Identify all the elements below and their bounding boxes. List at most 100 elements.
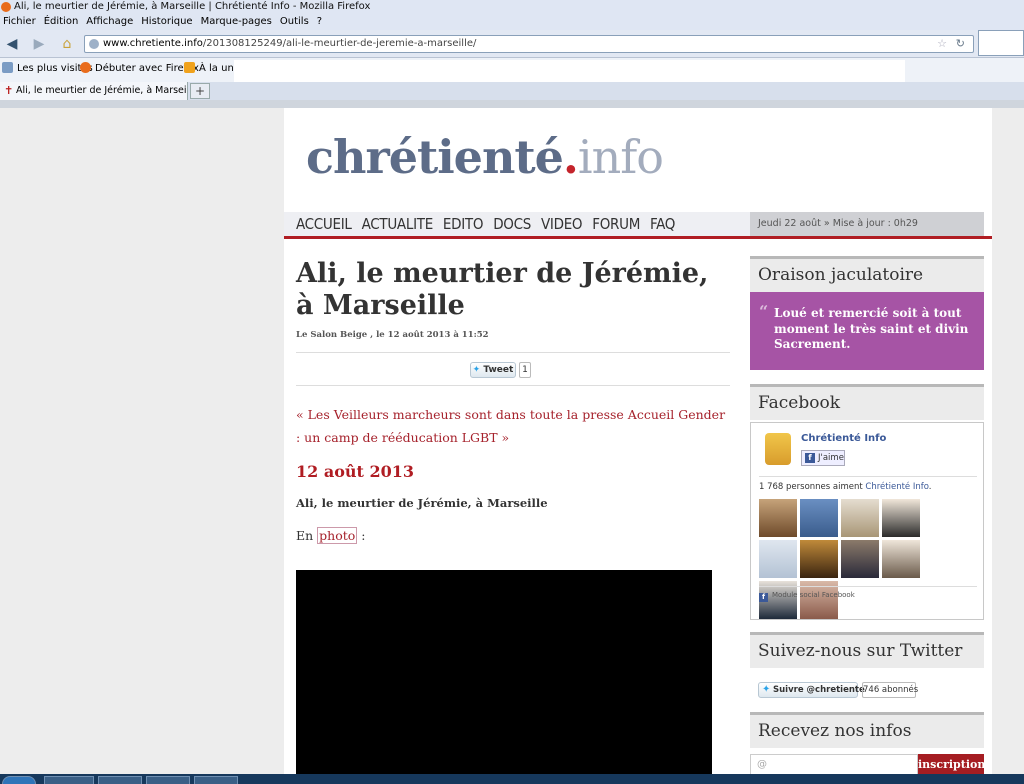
menu-help[interactable]: ? [317,16,322,27]
navigation-toolbar: ◀ ▶ ⌂ www.chretiente.info/201308125249/a… [0,30,1024,58]
fb-count-link[interactable]: Chrétienté Info [865,482,928,492]
menu-fichier[interactable]: Fichier [3,16,36,27]
facebook-widget: Facebook Chrétienté Info f J'aime 1 768 p… [750,384,984,620]
inscription-button[interactable]: inscription [918,754,985,776]
site-identity-icon[interactable] [89,39,99,49]
url-bar[interactable]: www.chretiente.info/201308125249/ali-le-… [84,35,974,53]
fb-page-name[interactable]: Chrétienté Info [801,433,886,444]
fb-like-button[interactable]: f J'aime [801,450,845,466]
bookmark-star-icon[interactable]: ☆ [937,36,947,52]
tweet-label: Tweet [483,365,514,375]
fan-avatar[interactable] [800,540,838,578]
twitter-bird-icon: ✦ [762,684,771,695]
cross-favicon-icon: ✝ [4,84,14,97]
fan-avatar[interactable] [882,499,920,537]
search-box[interactable] [978,30,1024,56]
nav-faq[interactable]: FAQ [650,215,675,233]
fb-like-label: J'aime [818,453,844,463]
twitter-widget: Suivez-nous sur Twitter ✦ Suivre @chretie… [750,632,984,706]
nav-forum[interactable]: FORUM [592,215,640,233]
related-articles-link[interactable]: « Les Veilleurs marcheurs sont dans tout… [296,403,730,449]
article-paragraph: En photo : [296,527,366,544]
os-taskbar [0,774,1024,784]
menu-outils[interactable]: Outils [280,16,309,27]
taskbar-item[interactable] [146,776,190,784]
main-nav: ACCUEIL ACTUALITE EDITO DOCS VIDEO FORUM FAQ [284,212,750,236]
follow-label: Suivre @chretiente [773,685,865,695]
window-title: Ali, le meurtier de Jérémie, à Marseille… [14,1,371,12]
nav-docs[interactable]: DOCS [493,215,531,233]
fb-count-text: 1 768 personnes aiment [759,482,866,492]
fan-avatar[interactable] [841,540,879,578]
facebook-title: Facebook [750,384,984,420]
facebook-f-icon: f [759,593,768,602]
tab-title: Ali, le meurtier de Jérémie, à Marseille… [16,85,187,96]
article-image[interactable] [296,570,712,784]
fan-faces [759,499,963,622]
oraison-quote: “ Loué et remercié soit à tout moment le… [750,292,984,370]
tab-active[interactable]: ✝ Ali, le meurtier de Jérémie, à Marseil… [0,82,188,100]
quote-mark-icon: “ [759,302,769,321]
window-titlebar: Ali, le meurtier de Jérémie, à Marseille… [0,0,1024,14]
nav-actualite[interactable]: ACTUALITE [362,215,434,233]
fb-module-label: Module social Facebook [772,591,855,599]
logo-dot: . [562,130,579,184]
paragraph-colon: : [357,528,366,543]
fan-avatar[interactable] [759,499,797,537]
oraison-text: Loué et remercié soit à tout moment le t… [774,306,969,351]
logo-tld: info [577,130,664,184]
forward-arrow-icon[interactable]: ▶ [30,35,48,53]
page-crest-icon [765,433,791,465]
tweet-button[interactable]: ✦ Tweet [470,362,516,378]
taskbar-item-firefox[interactable] [98,776,142,784]
menu-affichage[interactable]: Affichage [86,16,133,27]
photo-link[interactable]: photo [317,527,358,544]
nav-divider [284,236,992,239]
nav-edito[interactable]: EDITO [443,215,484,233]
home-icon[interactable]: ⌂ [58,35,76,53]
bookmark-headlines[interactable]: À la une [184,58,240,80]
divider [759,476,977,477]
url-host: www.chretiente.info [103,38,203,49]
url-path: /201308125249/ali-le-meurtier-de-jeremie… [202,38,477,49]
oraison-widget: Oraison jaculatoire “ Loué et remercié s… [750,256,984,370]
article-title: Ali, le meurtier de Jérémie, à Marseille [296,258,709,321]
menu-historique[interactable]: Historique [141,16,192,27]
fan-avatar[interactable] [882,540,920,578]
nav-accueil[interactable]: ACCUEIL [296,215,352,233]
back-arrow-icon[interactable]: ◀ [3,35,21,53]
chrome-divider [0,100,1024,108]
fan-avatar[interactable] [841,499,879,537]
twitter-title: Suivez-nous sur Twitter [750,632,984,668]
reload-icon[interactable]: ↻ [956,36,965,52]
article-date-heading: 12 août 2013 [296,462,414,481]
share-bar: ✦ Tweet 1 [296,352,730,386]
rss-icon [184,62,195,73]
nav-video[interactable]: VIDEO [541,215,583,233]
taskbar-item[interactable] [194,776,238,784]
twitter-follower-count: 746 abonnés [862,682,918,698]
update-date: Jeudi 22 août » Mise à jour : 0h29 [750,212,984,236]
bookmark-icon [2,62,13,73]
article-byline: Le Salon Beige , le 12 août 2013 à 11:52 [296,330,489,340]
site-logo[interactable]: chrétienté.info [306,130,664,184]
menu-edition[interactable]: Édition [44,16,79,27]
page-content: chrétienté.info ACCUEIL ACTUALITE EDITO DOC… [284,108,992,784]
paragraph-text: En [296,528,314,543]
facebook-like-box: Chrétienté Info f J'aime 1 768 personnes … [750,422,984,620]
fb-social-module-link[interactable]: f Module social Facebook [759,591,855,602]
taskbar-item[interactable] [44,776,94,784]
facebook-f-icon: f [805,453,815,463]
fan-avatar[interactable] [800,499,838,537]
email-field[interactable]: @ [750,754,918,776]
divider [759,586,977,587]
oraison-title: Oraison jaculatoire [750,256,984,292]
new-tab-button[interactable]: + [190,83,210,99]
menu-marque-pages[interactable]: Marque-pages [201,16,272,27]
tab-strip: ✝ Ali, le meurtier de Jérémie, à Marseil… [0,82,1024,100]
fan-avatar-placeholder[interactable] [759,540,797,578]
twitter-follow-button[interactable]: ✦ Suivre @chretiente [758,682,865,698]
start-button[interactable] [2,776,36,784]
bookmark-getting-started[interactable]: Débuter avec Firefox [80,58,199,80]
newsletter-title: Recevez nos infos [750,712,984,748]
